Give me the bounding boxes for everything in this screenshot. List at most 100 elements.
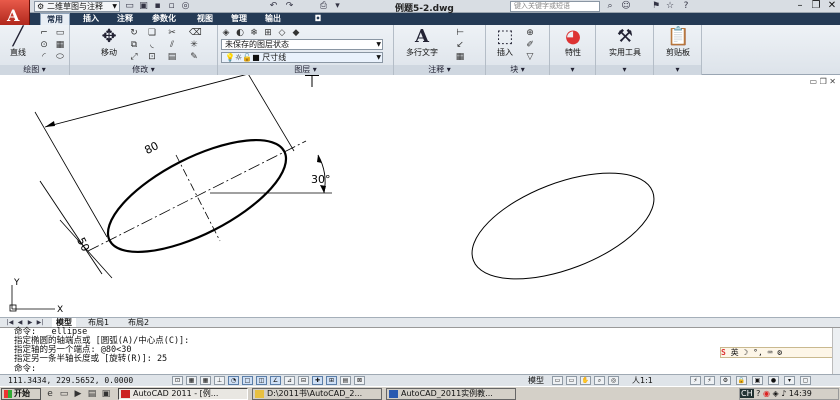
hardware-accel-button[interactable]: ▣ xyxy=(752,376,763,385)
hatch-icon[interactable]: ▦ xyxy=(54,39,66,50)
layer-iso-icon[interactable]: ◇ xyxy=(276,27,288,38)
first-tab-icon[interactable]: |◀ xyxy=(6,318,14,327)
steering-wheel-button[interactable]: ◎ xyxy=(608,376,619,385)
open-file-icon[interactable]: ▣ xyxy=(138,1,149,11)
workspace-switch-button[interactable]: ⚙ xyxy=(720,376,731,385)
tray-network-icon[interactable]: ◈ xyxy=(772,389,778,398)
lineweight-button[interactable]: ✚ xyxy=(312,376,323,385)
mirror-icon[interactable]: ⧉ xyxy=(128,39,140,50)
next-tab-icon[interactable]: ▶ xyxy=(26,318,34,327)
save-icon[interactable]: ▪ xyxy=(152,1,163,11)
layer-lock-icon[interactable]: ⊞ xyxy=(262,27,274,38)
web-icon[interactable]: ◎ xyxy=(180,1,191,11)
leader-icon[interactable]: ↙ xyxy=(454,39,466,50)
undo-icon[interactable]: ↶ xyxy=(268,1,279,11)
model-space-label[interactable]: 模型 xyxy=(528,376,544,386)
tray-volume-icon[interactable]: ♪ xyxy=(781,389,786,398)
ducs-button[interactable]: ⊿ xyxy=(284,376,295,385)
copy-icon[interactable]: ❏ xyxy=(146,27,158,38)
dimension-icon[interactable]: ⊢ xyxy=(454,27,466,38)
3d-osnap-button[interactable]: ◫ xyxy=(256,376,267,385)
utilities-panel-title[interactable]: ▾ xyxy=(596,65,653,75)
tab-annotate[interactable]: 注释 xyxy=(112,13,138,25)
status-menu-button[interactable]: ▾ xyxy=(784,376,795,385)
layer-state-dropdown[interactable]: 未保存的图层状态 ▼ xyxy=(221,39,383,50)
polyline-icon[interactable]: ⌐ xyxy=(38,27,50,38)
block-attr-icon[interactable]: ▽ xyxy=(524,51,536,62)
edit-block-icon[interactable]: ✐ xyxy=(524,39,536,50)
desktop-quicklaunch-icon[interactable]: ▭ xyxy=(58,388,70,399)
snap-mode-button[interactable]: ▦ xyxy=(186,376,197,385)
last-tab-icon[interactable]: ▶| xyxy=(36,318,44,327)
erase-icon[interactable]: ⌫ xyxy=(188,27,202,38)
ortho-button[interactable]: ⊥ xyxy=(214,376,225,385)
layers-panel-title[interactable]: 图层 ▾ xyxy=(218,65,393,75)
command-window[interactable]: 命令: _ellipse 指定椭圆的轴端点或 [圆弧(A)/中心点(C)]: 指… xyxy=(0,327,840,375)
rectangle-icon[interactable]: ▭ xyxy=(54,27,66,38)
offset-icon[interactable]: ⫽ xyxy=(166,39,178,50)
scale-icon[interactable]: ⊡ xyxy=(146,51,158,62)
pan-button[interactable]: ✋ xyxy=(580,376,591,385)
draw-panel-title[interactable]: 绘图 ▾ xyxy=(0,65,69,75)
tab-view[interactable]: 视图 xyxy=(192,13,218,25)
tab-manage[interactable]: 管理 xyxy=(226,13,252,25)
ribbon-minimize-icon[interactable]: ◘ xyxy=(310,13,326,25)
layer-dropdown[interactable]: 💡☼🔓■ 尺寸线 ▼ xyxy=(221,52,383,63)
tab-insert[interactable]: 插入 xyxy=(78,13,104,25)
layer-freeze-icon[interactable]: ❄ xyxy=(248,27,260,38)
star-icon[interactable]: ☆ xyxy=(664,1,676,12)
auto-scale-button[interactable]: ⚡ xyxy=(704,376,715,385)
tab-output[interactable]: 输出 xyxy=(260,13,286,25)
workspace-dropdown[interactable]: ⚙ 二维草图与注释 ▼ xyxy=(34,1,120,12)
isolate-objects-button[interactable]: ● xyxy=(768,376,779,385)
save-as-icon[interactable]: ▫ xyxy=(166,1,177,11)
tray-antivirus-icon[interactable]: ◉ xyxy=(763,389,770,398)
selection-cycling-button[interactable]: ⊠ xyxy=(354,376,365,385)
properties-panel-title[interactable]: ▾ xyxy=(550,65,595,75)
restore-button[interactable]: ❐ xyxy=(808,0,824,12)
tab-model[interactable]: 模型 xyxy=(52,318,76,327)
tab-parametric[interactable]: 参数化 xyxy=(146,13,182,25)
layer-properties-icon[interactable]: ◈ xyxy=(220,27,232,38)
help-icon[interactable]: ? xyxy=(680,1,692,12)
print-icon[interactable]: ⎙ xyxy=(318,1,329,11)
transparency-button[interactable]: ⊞ xyxy=(326,376,337,385)
clean-screen-button[interactable]: ▢ xyxy=(800,376,811,385)
annotation-scale[interactable]: 人1:1 xyxy=(632,376,653,386)
insert-button[interactable]: ⬚ 插入 xyxy=(490,27,520,58)
search-input[interactable]: 键入关键字或短语 xyxy=(510,1,600,12)
task-word[interactable]: AutoCAD_2011实例教... xyxy=(386,388,516,400)
tab-layout1[interactable]: 布局1 xyxy=(84,318,113,327)
folder-quicklaunch-icon[interactable]: ▤ xyxy=(86,388,98,399)
coordinate-readout[interactable]: 111.3434, 229.5652, 0.0000 xyxy=(8,376,133,385)
table-icon[interactable]: ▦ xyxy=(454,51,466,62)
polar-button[interactable]: ◔ xyxy=(228,376,239,385)
create-block-icon[interactable]: ⊕ xyxy=(524,27,536,38)
command-scrollbar[interactable] xyxy=(832,328,840,375)
ime-toolbar[interactable]: S 英 ☽ °, ⌨ ⚙ xyxy=(720,347,838,358)
edit-icon[interactable]: ✎ xyxy=(188,51,200,62)
redo-icon[interactable]: ↷ xyxy=(284,1,295,11)
start-button[interactable]: 开始 xyxy=(1,388,41,400)
infer-constraints-button[interactable]: ⊡ xyxy=(172,376,183,385)
mtext-button[interactable]: A 多行文字 xyxy=(400,27,444,58)
arc-icon[interactable]: ◜ xyxy=(38,51,50,62)
ie-quicklaunch-icon[interactable]: e xyxy=(44,388,56,399)
modify-panel-title[interactable]: 修改 ▾ xyxy=(70,65,217,75)
subscription-icon[interactable]: ⚑ xyxy=(650,1,662,12)
task-autocad[interactable]: AutoCAD 2011 - [例... xyxy=(118,388,248,400)
command-prompt[interactable]: 命令: xyxy=(14,365,36,374)
search-icon[interactable]: ⌕ xyxy=(604,1,616,12)
stretch-icon[interactable]: ⤢ xyxy=(128,51,140,62)
tab-home[interactable]: 常用 xyxy=(40,13,70,25)
app-quicklaunch-icon[interactable]: ▣ xyxy=(100,388,112,399)
line-button[interactable]: ╱ 直线 xyxy=(3,27,33,58)
dyn-button[interactable]: ⊟ xyxy=(298,376,309,385)
qa-dropdown-icon[interactable]: ▾ xyxy=(332,1,343,11)
array-icon[interactable]: ▤ xyxy=(166,51,178,62)
properties-button[interactable]: ◕ 特性 xyxy=(554,27,592,58)
drawing-canvas[interactable]: ▭ ❐ ✕ 80 50 30° Y X xyxy=(0,75,840,317)
user-icon[interactable]: ☺ xyxy=(620,1,632,12)
media-quicklaunch-icon[interactable]: ▶ xyxy=(72,388,84,399)
quick-view-drawings-button[interactable]: ▭ xyxy=(566,376,577,385)
